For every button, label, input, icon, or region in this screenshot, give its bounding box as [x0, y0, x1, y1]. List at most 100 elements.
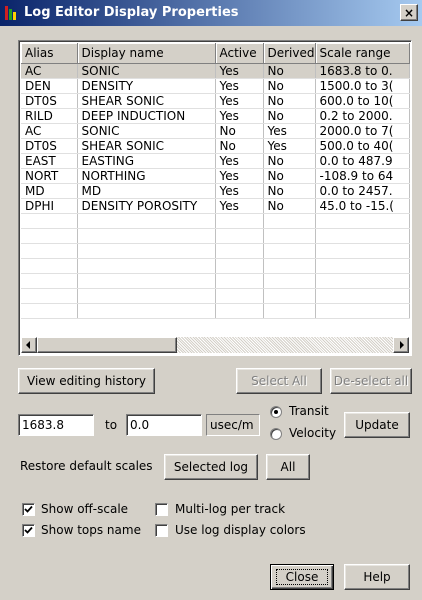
table-cell: SHEAR SONIC	[77, 138, 216, 154]
table-cell	[21, 228, 78, 244]
deselect-all-button[interactable]: De-select all	[330, 368, 412, 394]
scrollbar-thumb[interactable]	[37, 337, 177, 353]
table-cell: SONIC	[77, 63, 216, 79]
table-row[interactable]: DPHI DENSITY POROSITY Yes No 45.0 to -15.(	[21, 198, 410, 214]
table-cell	[77, 273, 216, 289]
table-row[interactable]: DEN DENSITY Yes No 1500.0 to 3(	[21, 78, 410, 94]
help-button[interactable]: Help	[344, 564, 410, 590]
table-cell	[263, 243, 316, 259]
column-header[interactable]: Scale range	[315, 43, 410, 64]
table-cell: No	[263, 93, 316, 109]
table-row[interactable]: EAST EASTING Yes No 0.0 to 487.9	[21, 153, 410, 169]
table-cell	[315, 258, 410, 274]
empty-table-row	[21, 303, 410, 319]
log-list-grid[interactable]: Alias Display name Active Derived Scale rang…	[18, 40, 412, 356]
table-row[interactable]: NORT NORTHING Yes No -108.9 to 64	[21, 168, 410, 184]
table-cell	[263, 258, 316, 274]
selected-log-button[interactable]: Selected log	[164, 454, 258, 480]
checkmark-icon	[24, 505, 33, 513]
transit-radio[interactable]	[270, 406, 282, 418]
column-header[interactable]: Active	[215, 43, 264, 64]
table-cell	[215, 288, 264, 304]
table-cell: DPHI	[21, 198, 78, 214]
table-cell	[315, 288, 410, 304]
table-cell: 500.0 to 40(	[315, 138, 410, 154]
horizontal-scrollbar[interactable]	[21, 337, 409, 353]
table-cell: No	[263, 153, 316, 169]
table-cell: No	[215, 138, 264, 154]
table-cell	[315, 303, 410, 319]
table-cell	[315, 243, 410, 259]
table-row[interactable]: MD MD Yes No 0.0 to 2457.	[21, 183, 410, 199]
show-tops-name-label: Show tops name	[41, 523, 141, 537]
use-log-display-colors-checkbox[interactable]	[155, 524, 168, 537]
table-cell: No	[215, 123, 264, 139]
table-cell: Yes	[215, 153, 264, 169]
table-cell: 1683.8 to 0.	[315, 63, 410, 79]
radio-selected-dot	[274, 410, 278, 414]
all-button[interactable]: All	[266, 454, 310, 480]
show-tops-name-checkbox[interactable]	[22, 524, 35, 537]
title-bar: Log Editor Display Properties ×	[0, 0, 422, 26]
table-cell: Yes	[215, 183, 264, 199]
table-cell	[215, 228, 264, 244]
table-row[interactable]: DT0S SHEAR SONIC No Yes 500.0 to 40(	[21, 138, 410, 154]
empty-table-row	[21, 288, 410, 304]
close-button-label: Close	[285, 570, 319, 584]
table-row[interactable]: DT0S SHEAR SONIC Yes No 600.0 to 10(	[21, 93, 410, 109]
table-cell	[21, 258, 78, 274]
use-log-display-colors-label: Use log display colors	[175, 523, 306, 537]
column-header[interactable]: Derived	[263, 43, 316, 64]
table-cell	[263, 213, 316, 229]
empty-table-row	[21, 228, 410, 244]
velocity-radio[interactable]	[270, 428, 282, 440]
table-cell: No	[263, 198, 316, 214]
close-button[interactable]: Close	[270, 564, 334, 590]
multi-log-per-track-checkbox[interactable]	[155, 503, 168, 516]
transit-label: Transit	[289, 404, 329, 418]
table-cell: EASTING	[77, 153, 216, 169]
select-all-button[interactable]: Select All	[236, 368, 322, 394]
table-cell: Yes	[215, 78, 264, 94]
update-button[interactable]: Update	[344, 412, 410, 438]
table-cell: AC	[21, 63, 78, 79]
table-cell	[77, 288, 216, 304]
table-cell: Yes	[215, 93, 264, 109]
table-cell: DT0S	[21, 138, 78, 154]
table-row[interactable]: RILD DEEP INDUCTION Yes No 0.2 to 2000.	[21, 108, 410, 124]
table-cell	[263, 273, 316, 289]
multi-log-per-track-label: Multi-log per track	[175, 502, 286, 516]
table-cell	[77, 258, 216, 274]
table-cell	[215, 213, 264, 229]
column-header[interactable]: Alias	[21, 43, 78, 64]
view-editing-history-button[interactable]: View editing history	[18, 368, 155, 394]
scroll-right-button[interactable]	[393, 337, 409, 353]
table-cell: Yes	[215, 168, 264, 184]
table-cell	[21, 303, 78, 319]
table-cell	[77, 243, 216, 259]
table-cell: Yes	[215, 63, 264, 79]
table-cell	[315, 213, 410, 229]
scale-to-input[interactable]	[126, 414, 202, 436]
table-cell: DENSITY POROSITY	[77, 198, 216, 214]
table-cell: NORTHING	[77, 168, 216, 184]
show-off-scale-label: Show off-scale	[41, 502, 129, 516]
table-row[interactable]: AC SONIC Yes No 1683.8 to 0.	[21, 63, 410, 79]
table-header-row: Alias Display name Active Derived Scale rang…	[21, 43, 410, 64]
table-cell: Yes	[263, 123, 316, 139]
column-header[interactable]: Display name	[77, 43, 216, 64]
scroll-left-button[interactable]	[21, 337, 37, 353]
unit-label: usec/m	[206, 414, 260, 436]
empty-table-row	[21, 258, 410, 274]
scale-from-input[interactable]	[18, 414, 94, 436]
table-cell: -108.9 to 64	[315, 168, 410, 184]
table-cell: DEEP INDUCTION	[77, 108, 216, 124]
table-row[interactable]: AC SONIC No Yes 2000.0 to 7(	[21, 123, 410, 139]
window-title: Log Editor Display Properties	[24, 5, 239, 20]
velocity-label: Velocity	[289, 426, 337, 440]
table-cell	[263, 228, 316, 244]
show-off-scale-checkbox[interactable]	[22, 503, 35, 516]
table-cell: DT0S	[21, 93, 78, 109]
table-cell: Yes	[215, 198, 264, 214]
window-close-button[interactable]: ×	[400, 4, 418, 21]
